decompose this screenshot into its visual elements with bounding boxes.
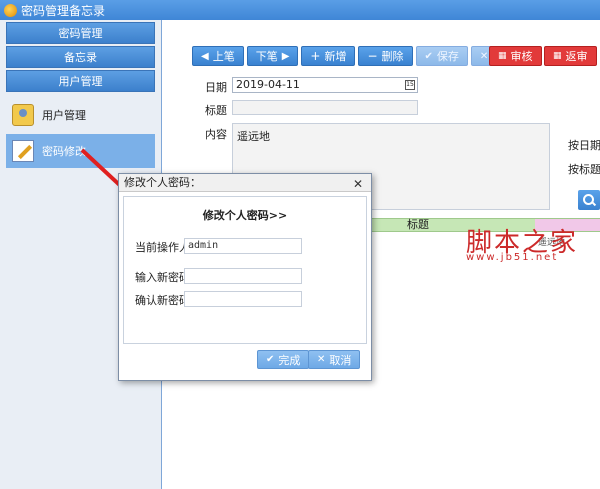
sidebar-header-memo[interactable]: 备忘录 [6,46,155,68]
date-value: 2019-04-11 [236,78,300,91]
app-icon [4,3,17,17]
dialog-cancel-button[interactable]: ✕ 取消 [308,350,361,369]
next-button[interactable]: 下笔 ▶ [246,46,299,66]
window-titlebar: 密码管理备忘录 [0,0,600,20]
edit-icon [12,140,34,162]
watermark-url: www.jb51.net [466,252,559,263]
grid-column-title[interactable]: 标题 [407,219,429,231]
dialog-ok-button[interactable]: ✔ 完成 [257,350,310,369]
dialog-title: 修改个人密码： [124,176,201,189]
save-button[interactable]: ✔ 保存 [415,46,468,66]
dialog-titlebar: 修改个人密码： ✕ [119,174,371,192]
prev-button[interactable]: ◀ 上笔 [192,46,244,66]
operator-field[interactable]: admin [184,238,302,254]
add-button[interactable]: + 新增 [301,46,356,66]
title-label: 标题 [205,104,227,117]
window-title: 密码管理备忘录 [21,3,106,18]
calendar-icon[interactable]: 15 [405,80,415,90]
check-icon: ✔ [266,354,275,365]
check-icon: ✔ [424,50,433,62]
user-icon [12,104,34,126]
operator-label: 当前操作人 [135,241,190,254]
new-password-label: 输入新密码 [135,271,190,284]
close-icon[interactable]: ✕ [353,175,363,193]
audit-button[interactable]: ▦ 审核 [489,46,542,66]
toolbar: ◀上笔 下笔▶ +新增 −删除 ✔保存 ✕取消 [192,46,526,66]
sidebar-item-label: 密码修改 [42,145,86,158]
dialog-heading: 修改个人密码>> [202,209,288,222]
sidebar-item-change-password[interactable]: 密码修改 [6,134,155,168]
search-by-date-label: 按日期查 [568,139,600,152]
confirm-password-label: 确认新密码 [135,294,190,307]
close-icon: ✕ [317,354,326,365]
grid-icon: ▦ [498,51,507,61]
minus-icon: − [367,49,378,63]
delete-button[interactable]: − 删除 [358,46,413,66]
sidebar-item-user-management[interactable]: 用户管理 [6,98,155,132]
new-password-field[interactable] [184,268,302,284]
close-icon: ✕ [479,50,489,62]
dialog-body: 修改个人密码>> 当前操作人 admin 输入新密码 确认新密码 [123,196,367,344]
date-field[interactable]: 2019-04-11 15 [232,77,418,93]
date-label: 日期 [205,81,227,94]
arrow-right-icon: ▶ [281,50,290,62]
sidebar-header-users[interactable]: 用户管理 [6,70,155,92]
confirm-password-field[interactable] [184,291,302,307]
sidebar-header-password[interactable]: 密码管理 [6,22,155,44]
sidebar-item-label: 用户管理 [42,109,86,122]
plus-icon: + [310,49,321,63]
arrow-left-icon: ◀ [201,50,209,62]
search-button[interactable] [578,190,600,210]
title-field[interactable] [232,100,418,115]
change-password-dialog: 修改个人密码： ✕ 修改个人密码>> 当前操作人 admin 输入新密码 确认新… [118,173,372,381]
unaudit-button[interactable]: ▦ 返审 [544,46,597,66]
search-by-title-label: 按标题查 [568,163,600,176]
grid-icon: ▦ [553,51,562,61]
content-label: 内容 [205,128,227,141]
